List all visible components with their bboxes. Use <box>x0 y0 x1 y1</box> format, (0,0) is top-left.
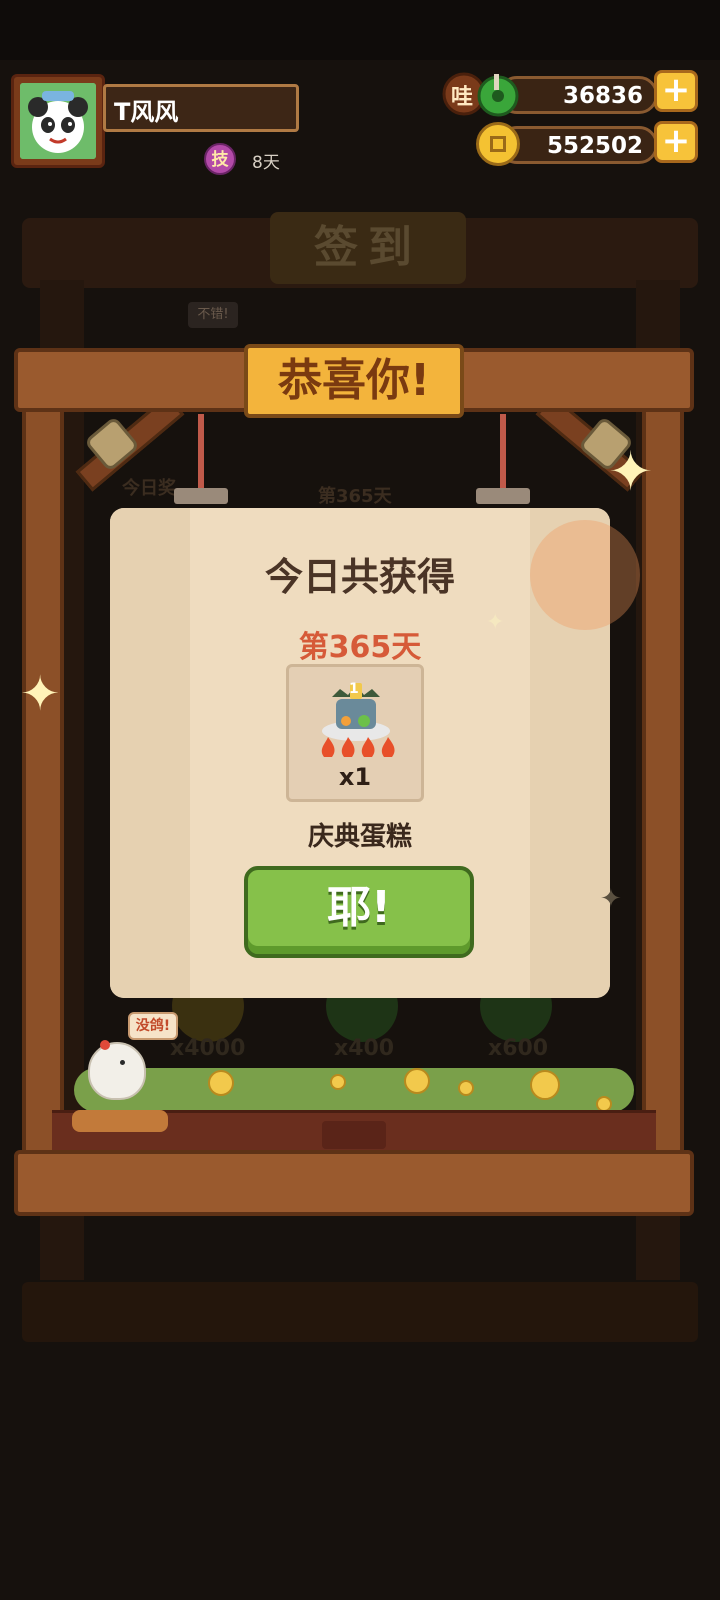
add-jade-button[interactable]: + <box>654 70 698 112</box>
confirm-button[interactable]: 耶! <box>244 866 474 958</box>
background-multiplier: x4000 <box>170 1036 246 1061</box>
mascot-speech-bubble: 没鸽! <box>128 1012 178 1040</box>
frame-post-left <box>22 408 64 1154</box>
reward-name: 庆典蛋糕 <box>307 822 412 852</box>
jade-badge-label: 哇 <box>451 85 474 110</box>
jade-amount: 36836 <box>562 83 643 109</box>
background-today-label: 今日奖 <box>122 478 176 499</box>
panda-avatar-icon <box>20 83 96 159</box>
skill-days: 8天 <box>252 153 280 173</box>
player-name-plate: T风风 <box>103 84 299 132</box>
reward-quantity: x1 <box>338 763 372 791</box>
congrats-title: 恭喜你! <box>244 344 464 418</box>
frame-bottom-beam <box>14 1150 694 1216</box>
dialog-title: 今日共获得 <box>264 555 455 599</box>
skill-badge-icon[interactable]: 技 <box>204 143 236 175</box>
player-name: T风风 <box>114 98 179 126</box>
hanging-rope-left <box>198 414 204 490</box>
coin-currency-bar: 552502 <box>498 126 658 164</box>
flower-icon <box>330 1074 346 1090</box>
hanging-rope-right <box>500 414 506 490</box>
jade-currency-icon: 哇 <box>442 70 522 118</box>
background-day-label: 第365天 <box>318 486 392 507</box>
sparkle-icon: ✦ <box>608 440 654 503</box>
flower-icon <box>530 1070 560 1100</box>
sparkle-icon: ✦ <box>486 610 505 635</box>
background-bottom-bar <box>22 1282 698 1342</box>
log-icon <box>72 1110 168 1132</box>
flower-icon <box>404 1068 430 1094</box>
flower-icon <box>208 1070 234 1096</box>
background-multiplier: x400 <box>334 1036 395 1061</box>
frame-post-right <box>642 408 684 1154</box>
chicken-mascot-icon[interactable] <box>88 1040 146 1100</box>
avatar[interactable] <box>11 74 105 168</box>
reward-item-card[interactable]: 1 x1 <box>286 664 424 802</box>
background-tag: 不错! <box>188 302 238 328</box>
background-multiplier: x600 <box>488 1036 549 1061</box>
flower-icon <box>458 1080 474 1096</box>
add-coin-button[interactable]: + <box>654 121 698 163</box>
hanger-left <box>174 488 228 504</box>
coin-icon <box>476 122 520 166</box>
sparkle-icon: ✦ <box>600 884 622 914</box>
jade-currency-bar: 36836 <box>498 76 658 114</box>
cake-label: 1 <box>349 681 359 697</box>
background-board-title: 签到 <box>270 212 466 284</box>
sparkle-icon: ✦ <box>20 666 61 722</box>
dialog-day: 第365天 <box>298 630 422 665</box>
coin-amount: 552502 <box>546 133 643 159</box>
hanger-right <box>476 488 530 504</box>
